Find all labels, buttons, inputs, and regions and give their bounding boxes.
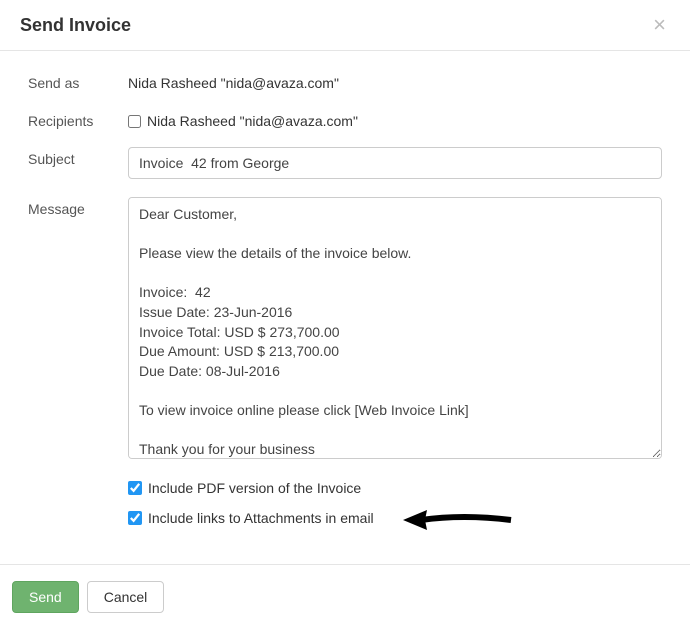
recipient-name: Nida Rasheed "nida@avaza.com" [147,113,358,129]
include-attachments-row: Include links to Attachments in email [128,510,662,526]
recipient-checkbox[interactable] [128,115,141,128]
message-row: Message [28,197,662,462]
recipients-row: Recipients Nida Rasheed "nida@avaza.com" [28,109,662,129]
subject-input[interactable] [128,147,662,179]
include-pdf-checkbox[interactable] [128,481,142,495]
send-as-value: Nida Rasheed "nida@avaza.com" [128,71,662,91]
subject-label: Subject [28,147,128,167]
message-value-wrap [128,197,662,462]
message-label: Message [28,197,128,217]
cancel-button[interactable]: Cancel [87,581,165,613]
send-as-label: Send as [28,71,128,91]
modal-body: Send as Nida Rasheed "nida@avaza.com" Re… [0,51,690,564]
include-pdf-row: Include PDF version of the Invoice [128,480,662,496]
modal-footer: Send Cancel [0,564,690,629]
send-as-row: Send as Nida Rasheed "nida@avaza.com" [28,71,662,91]
subject-row: Subject [28,147,662,179]
send-invoice-modal: Send Invoice × Send as Nida Rasheed "nid… [0,0,690,629]
send-button[interactable]: Send [12,581,79,613]
modal-header: Send Invoice × [0,0,690,51]
close-icon[interactable]: × [649,14,670,36]
include-attachments-checkbox[interactable] [128,511,142,525]
include-pdf-label: Include PDF version of the Invoice [148,480,361,496]
annotation-arrow-icon [403,506,513,534]
recipients-label: Recipients [28,109,128,129]
message-input[interactable] [128,197,662,459]
recipient-item: Nida Rasheed "nida@avaza.com" [128,109,662,129]
modal-title: Send Invoice [20,15,131,36]
subject-value-wrap [128,147,662,179]
include-attachments-label: Include links to Attachments in email [148,510,374,526]
